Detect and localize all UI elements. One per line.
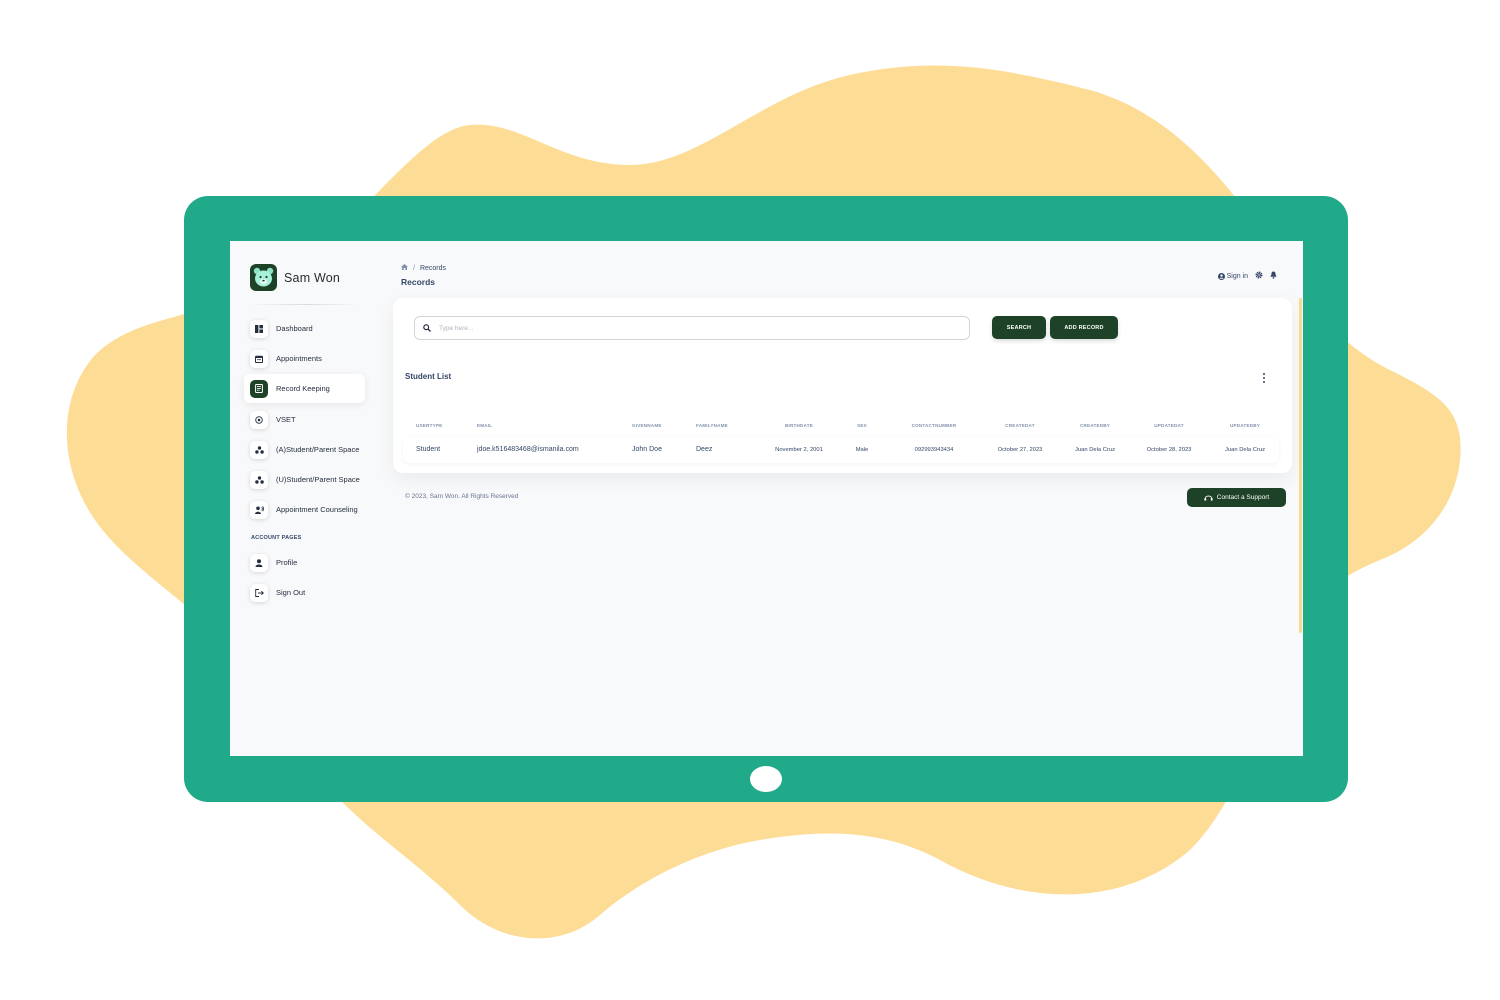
column-header-sex[interactable]: SEX	[857, 423, 867, 428]
student-table: USERTYPE EMAIL GIVENNAME FAMILYNAME BIRT…	[403, 412, 1279, 463]
sign-in-label: Sign in	[1226, 272, 1248, 280]
sidebar-item-label: Profile	[276, 558, 298, 567]
column-header-updatedat[interactable]: UPDATEDAT	[1154, 423, 1183, 428]
group-icon	[250, 440, 268, 459]
contact-support-button[interactable]: Contact a Support	[1187, 488, 1286, 507]
record-book-icon	[250, 379, 268, 398]
sidebar-item-dashboard[interactable]: Dashboard	[244, 314, 365, 343]
group-icon	[250, 470, 268, 489]
bell-icon[interactable]	[1270, 271, 1277, 281]
search-button[interactable]: SEARCH	[992, 316, 1046, 339]
sidebar-item-appointment-counseling[interactable]: Appointment Counseling	[244, 495, 365, 524]
contact-support-label: Contact a Support	[1216, 494, 1270, 501]
dashboard-icon	[250, 319, 268, 338]
target-icon	[250, 410, 268, 429]
student-list-title: Student List	[405, 372, 452, 381]
sidebar-item-profile[interactable]: Profile	[244, 548, 365, 577]
sidebar-item-appointments[interactable]: Appointments	[244, 344, 365, 373]
cell-usertype: Student	[416, 446, 441, 453]
sidebar-item-label: (A)Student/Parent Space	[276, 445, 360, 454]
column-header-birthdate[interactable]: BIRTHDATE	[785, 423, 813, 428]
sign-out-icon	[250, 583, 268, 602]
more-options-icon[interactable]	[1261, 372, 1267, 384]
sidebar-item-vset[interactable]: VSET	[244, 405, 365, 434]
sidebar-item-label: Sign Out	[276, 588, 306, 597]
breadcrumb: / Records	[401, 264, 446, 272]
brand[interactable]: Sam Won	[250, 264, 340, 291]
sidebar-item-sign-out[interactable]: Sign Out	[244, 578, 365, 607]
cell-updatedat: October 28, 2023	[1146, 447, 1192, 453]
topbar-actions: Sign in	[1217, 271, 1277, 281]
headset-icon	[1204, 495, 1213, 501]
search-bar	[414, 316, 970, 340]
sidebar-item-label: (U)Student/Parent Space	[276, 475, 360, 484]
counseling-icon	[250, 500, 268, 519]
breadcrumb-separator: /	[413, 264, 415, 272]
cell-contactnumber: 092993943434	[914, 447, 954, 453]
user-circle-icon	[1217, 272, 1225, 280]
column-header-updatedby[interactable]: UPDATEDBY	[1230, 423, 1260, 428]
sidebar-item-a-student-parent-space[interactable]: (A)Student/Parent Space	[244, 435, 365, 464]
sidebar-item-record-keeping[interactable]: Record Keeping	[244, 374, 365, 403]
scrollbar[interactable]	[1299, 298, 1302, 633]
cell-email: jdoe.k516483468@ismanila.com	[477, 446, 579, 453]
column-header-email[interactable]: EMAIL	[477, 423, 492, 428]
person-icon	[250, 553, 268, 572]
home-icon[interactable]	[401, 264, 408, 272]
cell-createdat: October 27, 2023	[997, 447, 1043, 453]
cell-birthdate: November 2, 2001	[775, 447, 823, 453]
sidebar-item-label: Dashboard	[276, 324, 313, 333]
records-card: SEARCH ADD RECORD Student List USERTYPE …	[393, 298, 1292, 473]
account-pages-heading: ACCOUNT PAGES	[251, 535, 302, 541]
app-screen: Sam Won Dashboard Appointments Record Ke…	[230, 241, 1303, 756]
sidebar-item-label: VSET	[276, 415, 296, 424]
column-header-familyname[interactable]: FAMILYNAME	[696, 423, 728, 428]
cell-createdby: Juan Dela Cruz	[1075, 447, 1115, 453]
cell-sex: Male	[855, 447, 869, 453]
search-icon	[423, 324, 431, 332]
cell-familyname: Deez	[696, 446, 713, 453]
sidebar-item-label: Appointments	[276, 354, 322, 363]
bear-logo-icon	[250, 264, 277, 291]
brand-name: Sam Won	[284, 270, 341, 285]
breadcrumb-current: Records	[419, 264, 447, 272]
calendar-icon	[250, 349, 268, 368]
search-input[interactable]	[437, 323, 941, 333]
column-header-contactnumber[interactable]: CONTACTNUMBER	[912, 423, 957, 428]
sidebar-item-label: Appointment Counseling	[276, 505, 358, 514]
column-header-givenname[interactable]: GIVENNAME	[632, 423, 662, 428]
sign-in-link[interactable]: Sign in	[1217, 272, 1248, 280]
copyright-text: © 2023, Sam Won. All Rights Reserved	[405, 493, 519, 500]
column-header-createdby[interactable]: CREATEDBY	[1080, 423, 1110, 428]
column-header-createdat[interactable]: CREATEDAT	[1005, 423, 1034, 428]
sidebar: Sam Won Dashboard Appointments Record Ke…	[230, 241, 375, 756]
sidebar-item-label: Record Keeping	[276, 384, 330, 393]
gear-icon[interactable]	[1255, 271, 1263, 281]
cell-givenname: John Doe	[632, 446, 662, 453]
cell-updatedby: Juan Dela Cruz	[1225, 447, 1265, 453]
sidebar-divider	[250, 304, 360, 305]
page-title: Records	[401, 277, 436, 287]
tablet-home-button	[750, 766, 782, 792]
column-header-usertype[interactable]: USERTYPE	[416, 423, 442, 428]
sidebar-item-u-student-parent-space[interactable]: (U)Student/Parent Space	[244, 465, 365, 494]
add-record-button[interactable]: ADD RECORD	[1050, 316, 1118, 339]
